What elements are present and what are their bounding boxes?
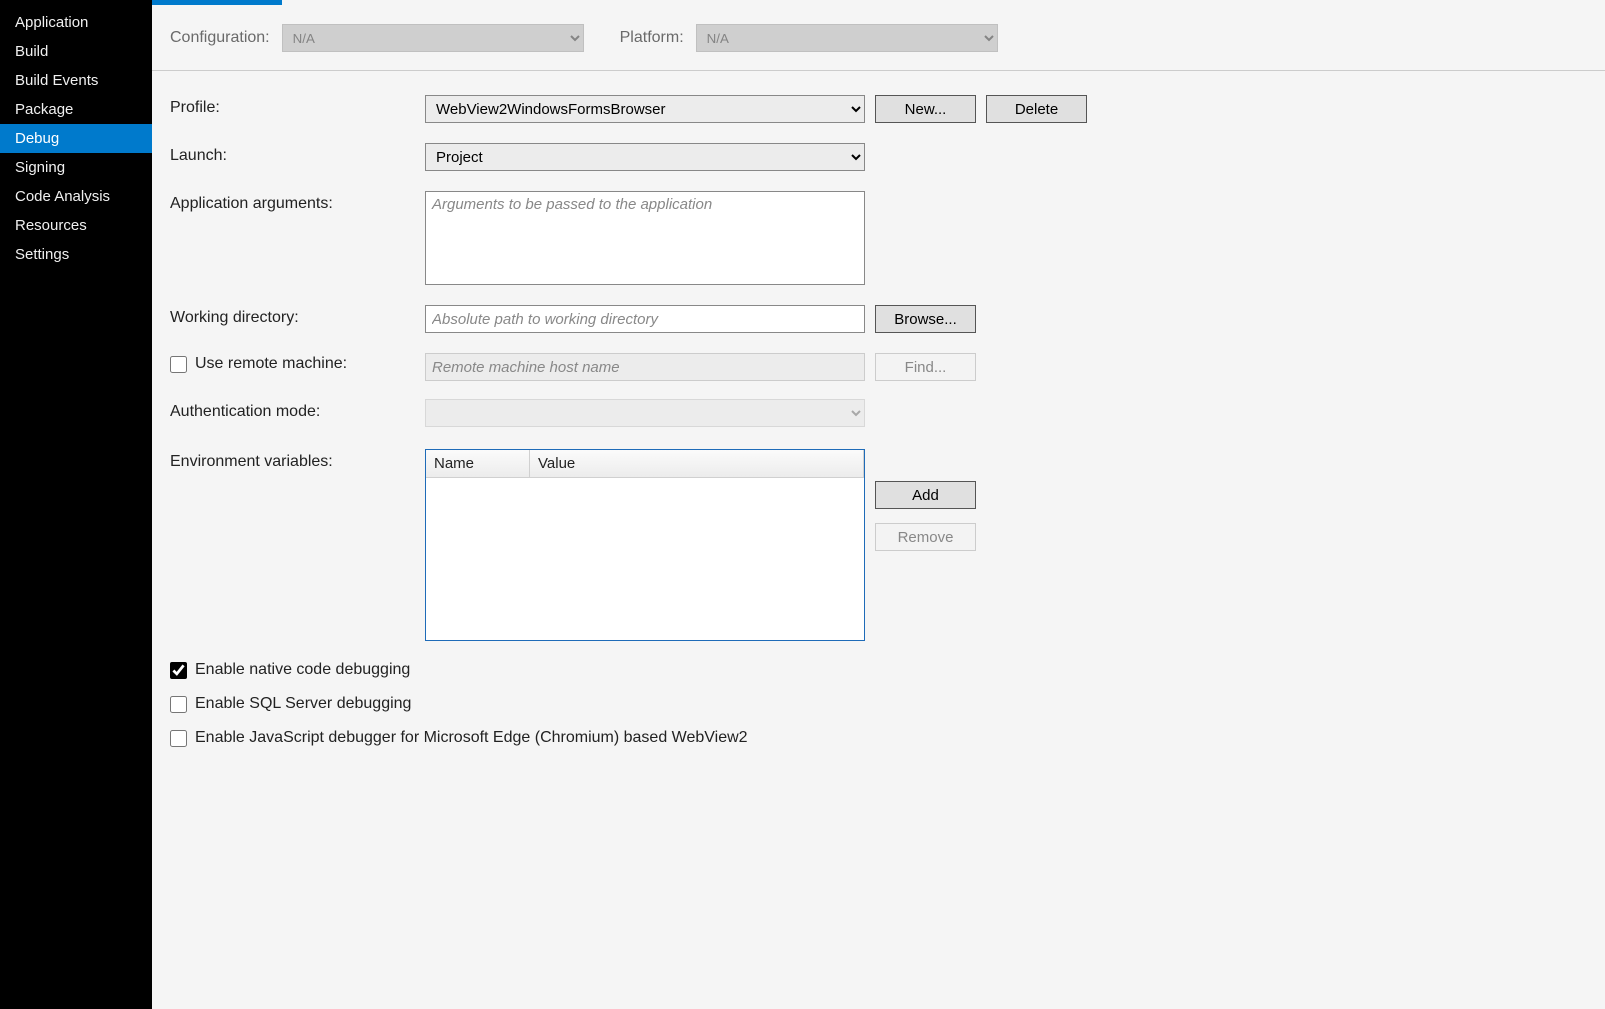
env-col-value: Value (530, 450, 864, 477)
profile-row: Profile: WebView2WindowsFormsBrowser New… (170, 95, 1587, 123)
workdir-input[interactable] (425, 305, 865, 333)
debug-form: Profile: WebView2WindowsFormsBrowser New… (152, 83, 1605, 775)
launch-label: Launch: (170, 143, 415, 165)
sidebar-item-code-analysis[interactable]: Code Analysis (0, 182, 152, 211)
js-debug-row: Enable JavaScript debugger for Microsoft… (170, 729, 1587, 747)
sidebar-item-settings[interactable]: Settings (0, 240, 152, 269)
sidebar-item-package[interactable]: Package (0, 95, 152, 124)
env-label: Environment variables: (170, 449, 415, 471)
sidebar-item-build[interactable]: Build (0, 37, 152, 66)
app-args-row: Application arguments: (170, 191, 1587, 285)
delete-profile-button[interactable]: Delete (986, 95, 1087, 123)
native-debug-checkbox[interactable] (170, 662, 187, 679)
configuration-bar: Configuration: N/A Platform: N/A (152, 0, 1605, 71)
add-env-button[interactable]: Add (875, 481, 976, 509)
debug-options: Enable native code debugging Enable SQL … (170, 661, 1587, 747)
content-pane: Configuration: N/A Platform: N/A Profile… (152, 0, 1605, 1009)
remote-host-input[interactable] (425, 353, 865, 381)
env-table-header: Name Value (426, 450, 864, 478)
launch-select[interactable]: Project (425, 143, 865, 171)
app-args-label: Application arguments: (170, 191, 415, 213)
remote-row: Use remote machine: Find... (170, 353, 1587, 381)
sidebar-item-debug[interactable]: Debug (0, 124, 152, 153)
profile-label: Profile: (170, 95, 415, 117)
configuration-select[interactable]: N/A (282, 24, 584, 52)
launch-row: Launch: Project (170, 143, 1587, 171)
sidebar-item-application[interactable]: Application (0, 8, 152, 37)
active-tab-accent (152, 0, 282, 5)
auth-row: Authentication mode: (170, 399, 1587, 427)
js-debug-checkbox[interactable] (170, 730, 187, 747)
remote-machine-label: Use remote machine: (195, 355, 347, 373)
profile-select[interactable]: WebView2WindowsFormsBrowser (425, 95, 865, 123)
configuration-label: Configuration: (170, 29, 270, 47)
sidebar: Application Build Build Events Package D… (0, 0, 152, 1009)
auth-mode-select[interactable] (425, 399, 865, 427)
sidebar-item-build-events[interactable]: Build Events (0, 66, 152, 95)
sql-debug-label: Enable SQL Server debugging (195, 695, 411, 713)
platform-label: Platform: (620, 29, 684, 47)
sql-debug-checkbox[interactable] (170, 696, 187, 713)
auth-label: Authentication mode: (170, 399, 415, 421)
sql-debug-row: Enable SQL Server debugging (170, 695, 1587, 713)
sidebar-item-signing[interactable]: Signing (0, 153, 152, 182)
new-profile-button[interactable]: New... (875, 95, 976, 123)
platform-select[interactable]: N/A (696, 24, 998, 52)
workdir-label: Working directory: (170, 305, 415, 327)
sidebar-item-resources[interactable]: Resources (0, 211, 152, 240)
native-debug-label: Enable native code debugging (195, 661, 410, 679)
remote-machine-checkbox[interactable] (170, 356, 187, 373)
find-button[interactable]: Find... (875, 353, 976, 381)
native-debug-row: Enable native code debugging (170, 661, 1587, 679)
env-col-name: Name (426, 450, 530, 477)
app-args-input[interactable] (425, 191, 865, 285)
browse-button[interactable]: Browse... (875, 305, 976, 333)
js-debug-label: Enable JavaScript debugger for Microsoft… (195, 729, 748, 747)
remove-env-button[interactable]: Remove (875, 523, 976, 551)
env-row: Environment variables: Name Value Add Re… (170, 449, 1587, 641)
env-variables-table[interactable]: Name Value (425, 449, 865, 641)
workdir-row: Working directory: Browse... (170, 305, 1587, 333)
app-root: Application Build Build Events Package D… (0, 0, 1605, 1009)
env-buttons: Add Remove (875, 481, 976, 551)
